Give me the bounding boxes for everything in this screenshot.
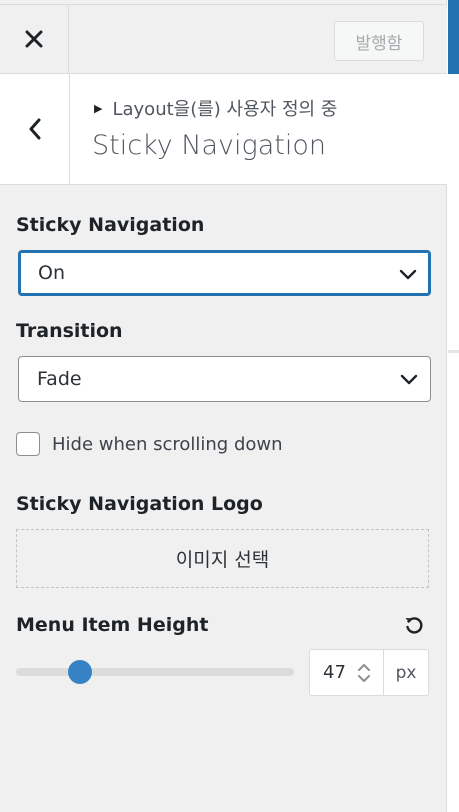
publish-button[interactable]: 발행함 xyxy=(334,21,424,61)
transition-label: Transition xyxy=(16,320,123,342)
transition-select[interactable]: Fade xyxy=(18,356,431,402)
chevron-down-icon xyxy=(400,374,418,385)
menu-height-value: 47 xyxy=(323,662,346,683)
preview-divider xyxy=(448,350,459,353)
customizer-panel: 발행함 ▶ Layout을(를) 사용자 정의 중 Sticky Navigat… xyxy=(0,0,447,812)
sticky-logo-label: Sticky Navigation Logo xyxy=(16,493,263,515)
chevron-left-icon xyxy=(29,118,40,140)
sticky-navigation-label: Sticky Navigation xyxy=(16,214,205,236)
reset-icon[interactable] xyxy=(403,614,425,636)
preview-frame-edge xyxy=(448,0,459,74)
triangle-right-icon: ▶ xyxy=(94,101,103,115)
breadcrumb: ▶ Layout을(를) 사용자 정의 중 xyxy=(94,95,337,121)
select-image-button[interactable]: 이미지 선택 xyxy=(16,529,429,588)
back-button[interactable] xyxy=(0,74,70,184)
chevron-down-icon xyxy=(399,269,417,280)
section-header: ▶ Layout을(를) 사용자 정의 중 Sticky Navigation xyxy=(0,74,447,185)
transition-value: Fade xyxy=(37,368,82,390)
unit-label[interactable]: px xyxy=(383,649,429,696)
hide-scroll-row: Hide when scrolling down xyxy=(16,432,283,456)
customizer-header: 발행함 xyxy=(0,4,447,74)
menu-height-slider[interactable] xyxy=(16,660,294,684)
section-title: Sticky Navigation xyxy=(92,130,326,161)
hide-scroll-checkbox[interactable] xyxy=(16,432,40,456)
breadcrumb-text: Layout을(를) 사용자 정의 중 xyxy=(112,99,338,120)
menu-height-input[interactable]: 47 xyxy=(309,649,384,696)
hide-scroll-label[interactable]: Hide when scrolling down xyxy=(52,434,283,455)
spinner-icon[interactable] xyxy=(353,660,375,686)
menu-item-height-label: Menu Item Height xyxy=(16,614,209,636)
close-icon xyxy=(25,30,43,48)
close-button[interactable] xyxy=(0,5,69,73)
sticky-navigation-value: On xyxy=(38,262,65,284)
slider-thumb[interactable] xyxy=(67,660,92,684)
sticky-navigation-select[interactable]: On xyxy=(18,250,431,296)
